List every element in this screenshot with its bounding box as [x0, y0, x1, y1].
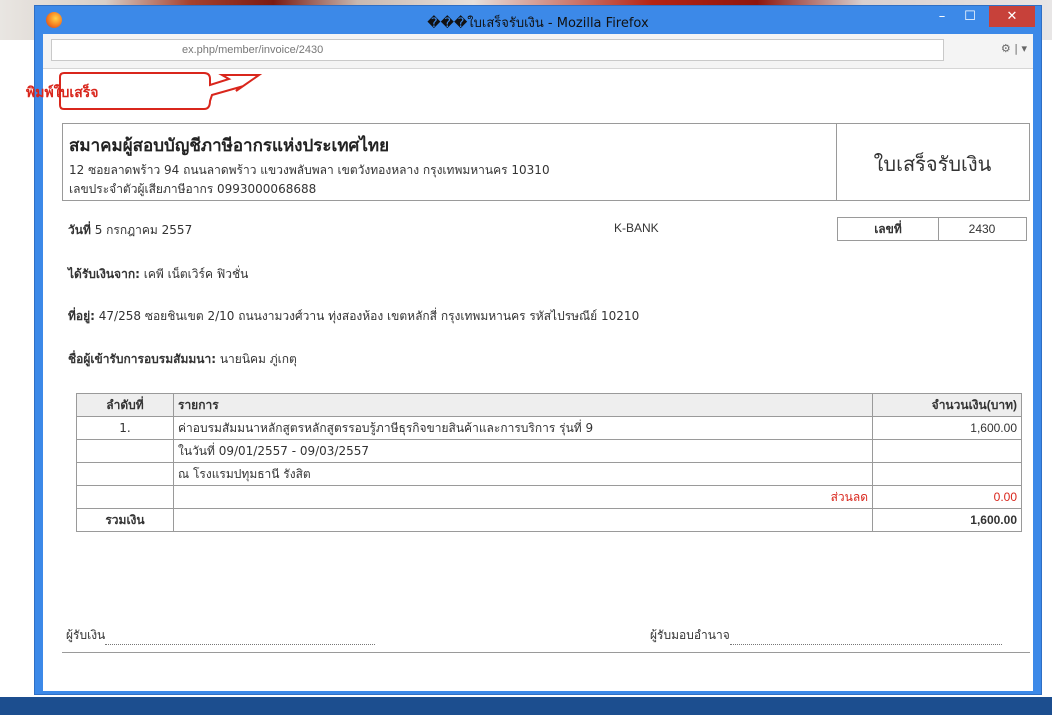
items-table: ลำดับที่ รายการ จำนวนเงิน(บาท) 1. ค่าอบร… — [76, 393, 1022, 532]
row-amount — [872, 462, 1022, 486]
address-label: ที่อยู่: — [68, 309, 95, 323]
address-value: 47/258 ซอยชินเขต 2/10 ถนนงามวงศ์วาน ทุ่ง… — [98, 309, 640, 323]
signature-receiver-line — [105, 632, 376, 645]
table-row: 1. ค่าอบรมสัมมนาหลักสูตรหลักสูตรรอบรู้ภา… — [76, 416, 1022, 440]
date-value: 5 กรกฎาคม 2557 — [94, 223, 193, 237]
taskbar — [0, 697, 1052, 715]
url-field[interactable]: ex.php/member/invoice/2430 — [51, 39, 944, 61]
org-name: สมาคมผู้สอบบัญชีภาษีอากรแห่งประเทศไทย — [69, 136, 390, 156]
attendee-label: ชื่อผู้เข้ารับการอบรมสัมมนา: — [68, 352, 217, 366]
received-from-value: เคพี เน็ตเวิร์ค ฟิวชั่น — [143, 267, 249, 281]
row-item: ค่าอบรมสัมมนาหลักสูตรหลักสูตรรอบรู้ภาษีธ… — [173, 416, 873, 440]
callout-text: พิมพ์ใบเสร็จ — [26, 85, 99, 101]
row-no — [76, 462, 174, 486]
row-item: ในวันที่ 09/01/2557 - 09/03/2557 — [173, 439, 873, 463]
received-from: ได้รับเงินจาก: เคพี เน็ตเวิร์ค ฟิวชั่น — [68, 265, 248, 284]
row-no — [76, 439, 174, 463]
signature-authorized-line — [729, 632, 1002, 645]
org-tax-id: เลขประจำตัวผู้เสียภาษีอากร 0993000068688 — [69, 182, 317, 196]
org-address: 12 ซอยลาดพร้าว 94 ถนนลาดพร้าว แขวงพลับพล… — [69, 163, 550, 177]
total-row: รวมเงิน 1,600.00 — [76, 508, 1022, 532]
received-from-label: ได้รับเงินจาก: — [68, 267, 140, 281]
org-block: สมาคมผู้สอบบัญชีภาษีอากรแห่งประเทศไทย 12… — [63, 124, 837, 200]
header-amount: จำนวนเงิน(บาท) — [872, 393, 1022, 417]
title-bar: ���ใบเสร็จรับเงิน - Mozilla Firefox – ☐ … — [35, 6, 1041, 34]
signature-authorized-label: ผู้รับมอบอำนาจ — [650, 628, 730, 642]
header-item: รายการ — [173, 393, 873, 417]
document-title: ใบเสร็จรับเงิน — [873, 152, 992, 176]
toolbar-icons[interactable]: ⚙ | ▾ — [1001, 42, 1027, 55]
signature-authorized: ผู้รับมอบอำนาจ — [650, 626, 1002, 645]
invoice-number-label: เลขที่ — [838, 218, 939, 240]
minimize-button[interactable]: – — [929, 6, 955, 27]
table-header-row: ลำดับที่ รายการ จำนวนเงิน(บาท) — [76, 393, 1022, 417]
invoice-number-value: 2430 — [968, 222, 996, 236]
discount-row: ส่วนลด 0.00 — [76, 485, 1022, 509]
header-no: ลำดับที่ — [76, 393, 174, 417]
invoice-date: วันที่ 5 กรกฎาคม 2557 — [68, 221, 192, 240]
total-label: รวมเงิน — [76, 508, 174, 532]
attendee-value: นายนิคม ภู่เกตุ — [219, 352, 297, 366]
row-no: 1. — [76, 416, 174, 440]
invoice-header: สมาคมผู้สอบบัญชีภาษีอากรแห่งประเทศไทย 12… — [62, 123, 1030, 201]
table-row: ณ โรงแรมปทุมธานี รังสิต — [76, 462, 1022, 486]
discount-empty-cell — [76, 485, 174, 509]
bank-name: K-BANK — [614, 221, 659, 235]
attendee-line: ชื่อผู้เข้ารับการอบรมสัมมนา: นายนิคม ภู่… — [68, 350, 297, 369]
invoice-number-box: เลขที่ 2430 — [837, 217, 1027, 241]
invoice-frame-bottom — [62, 652, 1030, 653]
signature-receiver-label: ผู้รับเงิน — [66, 628, 106, 642]
table-row: ในวันที่ 09/01/2557 - 09/03/2557 — [76, 439, 1022, 463]
row-amount: 1,600.00 — [872, 416, 1022, 440]
row-item: ณ โรงแรมปทุมธานี รังสิต — [173, 462, 873, 486]
date-label: วันที่ — [68, 223, 91, 237]
total-value: 1,600.00 — [872, 508, 1022, 532]
discount-value: 0.00 — [872, 485, 1022, 509]
close-button[interactable]: ✕ — [989, 6, 1035, 27]
signature-receiver: ผู้รับเงิน — [66, 626, 376, 645]
discount-label: ส่วนลด — [173, 485, 873, 509]
address-line: ที่อยู่: 47/258 ซอยชินเขต 2/10 ถนนงามวงศ… — [68, 307, 639, 326]
maximize-button[interactable]: ☐ — [957, 6, 983, 27]
row-amount — [872, 439, 1022, 463]
date-row: วันที่ 5 กรกฎาคม 2557 K-BANK เลขที่ 2430 — [62, 217, 1030, 245]
nav-bar: ex.php/member/invoice/2430 ⚙ | ▾ — [43, 34, 1033, 69]
window-title: ���ใบเสร็จรับเงิน - Mozilla Firefox — [427, 16, 649, 31]
total-empty-cell — [173, 508, 873, 532]
